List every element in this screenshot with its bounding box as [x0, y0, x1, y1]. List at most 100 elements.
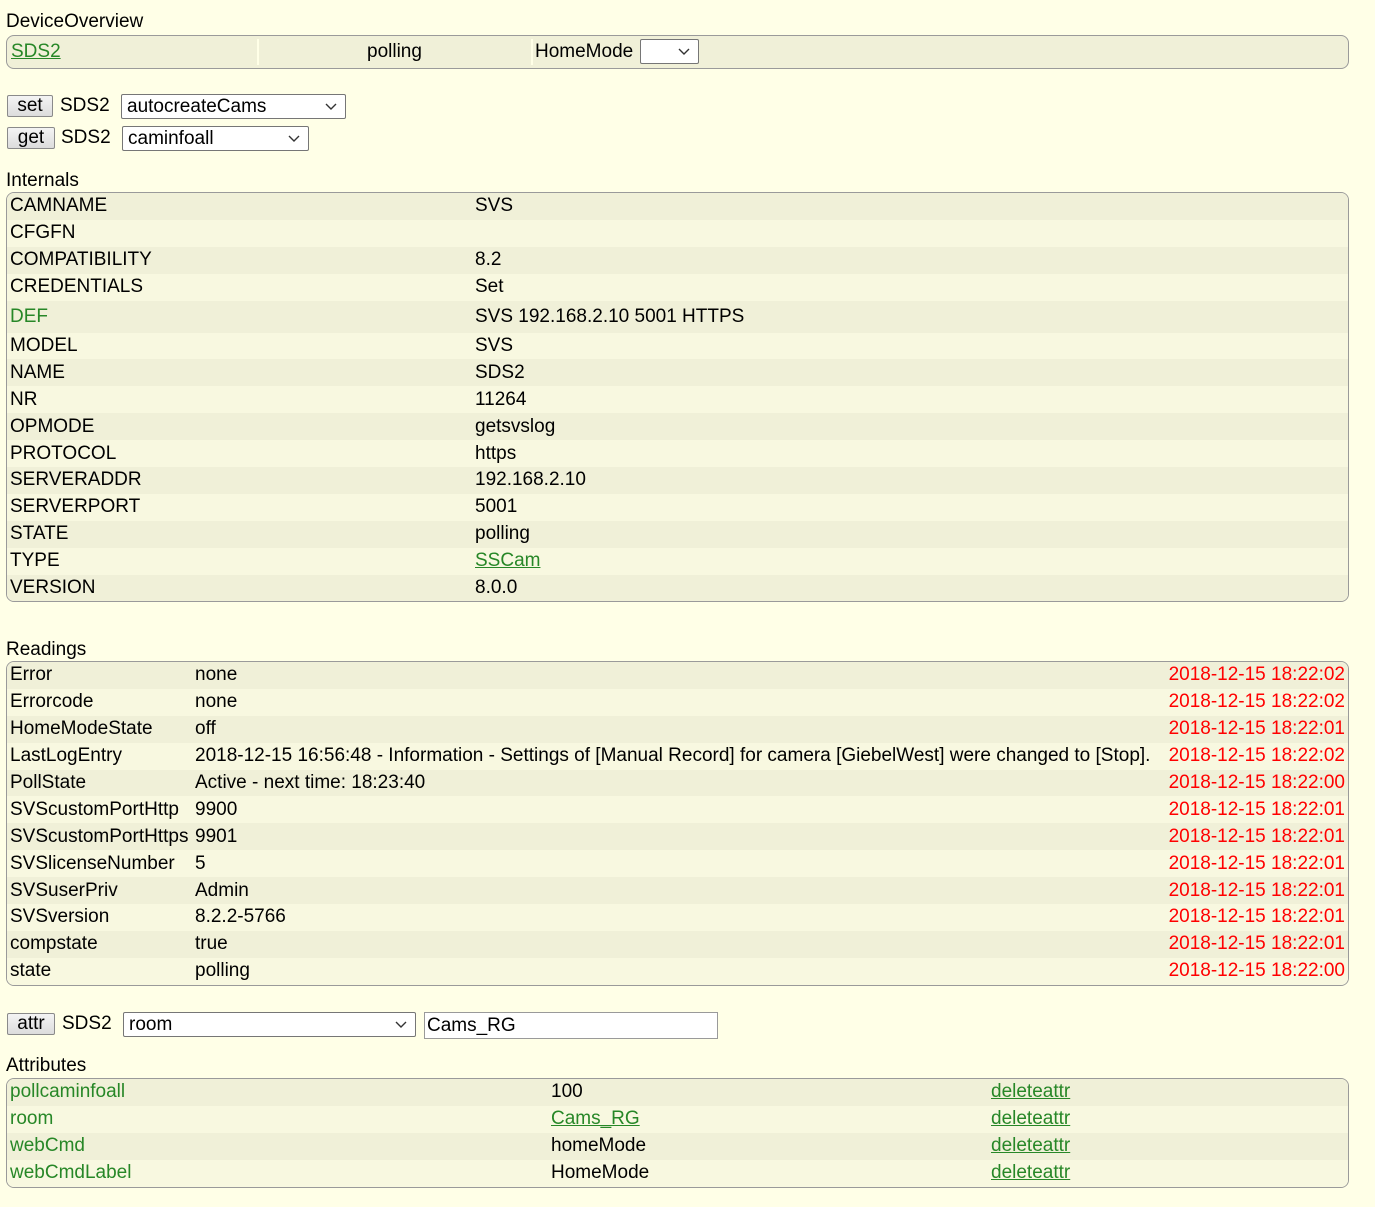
- internal-name: OPMODE: [7, 413, 472, 441]
- reading-value: none: [192, 688, 1164, 716]
- attr-value-input[interactable]: Cams_RG: [424, 1012, 718, 1039]
- table-row: MODEL SVS: [7, 332, 1348, 360]
- chevron-down-icon: [395, 1021, 407, 1028]
- reading-value: 2018-12-15 16:56:48 - Information - Sett…: [192, 742, 1164, 770]
- reading-value: 9900: [192, 796, 1164, 824]
- type-link[interactable]: SSCam: [475, 550, 540, 571]
- reading-value: 9901: [192, 823, 1164, 851]
- get-command-select[interactable]: caminfoall: [122, 126, 309, 151]
- deleteattr-link[interactable]: deleteattr: [991, 1135, 1070, 1156]
- internal-name: SERVERPORT: [7, 493, 472, 521]
- table-row: COMPATIBILITY 8.2: [7, 246, 1348, 274]
- attribute-name-link[interactable]: room: [10, 1108, 53, 1129]
- set-device-label: SDS2: [60, 95, 110, 116]
- reading-value: 5: [192, 850, 1164, 878]
- table-row: Errorcode none 2018-12-15 18:22:02: [7, 688, 1348, 716]
- attribute-name-link[interactable]: webCmd: [10, 1135, 85, 1156]
- internals-panel: CAMNAME SVS CFGFN COMPATIBILITY 8.2 CREDEN…: [6, 192, 1349, 603]
- internals-title: Internals: [6, 170, 79, 191]
- table-row: room Cams_RG deleteattr: [7, 1105, 1348, 1133]
- deleteattr-link[interactable]: deleteattr: [991, 1081, 1070, 1102]
- internal-name: PROTOCOL: [7, 440, 472, 468]
- table-row: CREDENTIALS Set: [7, 273, 1348, 301]
- reading-value: Admin: [192, 877, 1164, 905]
- reading-name: LastLogEntry: [7, 742, 192, 770]
- table-row: SVSlicenseNumber 5 2018-12-15 18:22:01: [7, 850, 1348, 878]
- reading-timestamp: 2018-12-15 18:22:02: [1164, 662, 1348, 689]
- device-overview-panel: SDS2 polling HomeMode: [6, 35, 1349, 69]
- table-row: webCmdLabel HomeMode deleteattr: [7, 1159, 1348, 1187]
- internal-value: SVS: [472, 332, 1348, 360]
- table-row: SVSversion 8.2.2-5766 2018-12-15 18:22:01: [7, 904, 1348, 931]
- internal-name: CFGFN: [7, 219, 472, 247]
- internal-name: NAME: [7, 359, 472, 387]
- attribute-name-link[interactable]: pollcaminfoall: [10, 1081, 125, 1102]
- reading-name: Error: [7, 662, 192, 689]
- table-row: NR 11264: [7, 386, 1348, 414]
- attributes-panel: pollcaminfoall 100 deleteattr room Cams_…: [6, 1078, 1349, 1188]
- get-button[interactable]: get: [7, 127, 55, 149]
- attribute-value: homeMode: [548, 1132, 988, 1160]
- table-row: DEF SVS 192.168.2.10 5001 HTTPS: [7, 300, 1348, 333]
- internal-value: 8.2: [472, 246, 1348, 274]
- internal-value: [472, 219, 1348, 247]
- readings-table: Error none 2018-12-15 18:22:02 Errorcode non…: [7, 662, 1348, 985]
- internal-name: MODEL: [7, 332, 472, 360]
- reading-timestamp: 2018-12-15 18:22:01: [1164, 715, 1348, 743]
- deleteattr-link[interactable]: deleteattr: [991, 1162, 1070, 1183]
- internal-value: SVS 192.168.2.10 5001 HTTPS: [472, 300, 1348, 333]
- def-link[interactable]: DEF: [10, 306, 48, 327]
- internal-value: 8.0.0: [472, 574, 1348, 602]
- internal-name: STATE: [7, 520, 472, 548]
- internal-value: SVS: [472, 193, 1348, 220]
- reading-name: SVSlicenseNumber: [7, 850, 192, 878]
- table-row: STATE polling: [7, 520, 1348, 548]
- attr-button[interactable]: attr: [7, 1013, 55, 1035]
- internal-name: CAMNAME: [7, 193, 472, 220]
- reading-timestamp: 2018-12-15 18:22:01: [1164, 904, 1348, 931]
- reading-name: PollState: [7, 769, 192, 797]
- set-command-select[interactable]: autocreateCams: [121, 94, 346, 119]
- deleteattr-link[interactable]: deleteattr: [991, 1108, 1070, 1129]
- table-row: CFGFN: [7, 219, 1348, 247]
- homemode-label: HomeMode: [535, 41, 634, 62]
- table-row: NAME SDS2: [7, 359, 1348, 387]
- room-link[interactable]: Cams_RG: [551, 1108, 640, 1129]
- reading-timestamp: 2018-12-15 18:22:02: [1164, 688, 1348, 716]
- internal-value: SDS2: [472, 359, 1348, 387]
- reading-name: SVSversion: [7, 904, 192, 931]
- reading-name: SVScustomPortHttps: [7, 823, 192, 851]
- reading-timestamp: 2018-12-15 18:22:00: [1164, 957, 1348, 985]
- internal-value: 5001: [472, 493, 1348, 521]
- reading-name: Errorcode: [7, 688, 192, 716]
- reading-name: compstate: [7, 930, 192, 958]
- attr-name-value: room: [129, 1014, 173, 1035]
- internal-value: https: [472, 440, 1348, 468]
- attr-name-select[interactable]: room: [123, 1012, 416, 1037]
- internal-value: 11264: [472, 386, 1348, 414]
- reading-value: off: [192, 715, 1164, 743]
- internal-name: TYPE: [7, 547, 472, 575]
- reading-name: state: [7, 957, 192, 985]
- table-row: TYPE SSCam: [7, 547, 1348, 575]
- attr-device-label: SDS2: [62, 1013, 112, 1034]
- attribute-name-link[interactable]: webCmdLabel: [10, 1162, 131, 1183]
- reading-value: true: [192, 930, 1164, 958]
- table-row: VERSION 8.0.0: [7, 574, 1348, 602]
- homemode-select[interactable]: [640, 39, 699, 64]
- table-row: SVScustomPortHttps 9901 2018-12-15 18:22:0…: [7, 823, 1348, 851]
- attribute-value: 100: [548, 1079, 988, 1106]
- reading-timestamp: 2018-12-15 18:22:01: [1164, 930, 1348, 958]
- internal-value: 192.168.2.10: [472, 467, 1348, 494]
- attribute-value: HomeMode: [548, 1159, 988, 1187]
- reading-value: polling: [192, 957, 1164, 985]
- reading-name: SVSuserPriv: [7, 877, 192, 905]
- reading-name: HomeModeState: [7, 715, 192, 743]
- device-name-link[interactable]: SDS2: [11, 36, 61, 68]
- internal-name: NR: [7, 386, 472, 414]
- set-button[interactable]: set: [7, 95, 53, 117]
- reading-timestamp: 2018-12-15 18:22:01: [1164, 850, 1348, 878]
- table-row: SVSuserPriv Admin 2018-12-15 18:22:01: [7, 877, 1348, 905]
- table-row: LastLogEntry 2018-12-15 16:56:48 - Inform…: [7, 742, 1348, 770]
- table-row: PollState Active - next time: 18:23:40 201…: [7, 769, 1348, 797]
